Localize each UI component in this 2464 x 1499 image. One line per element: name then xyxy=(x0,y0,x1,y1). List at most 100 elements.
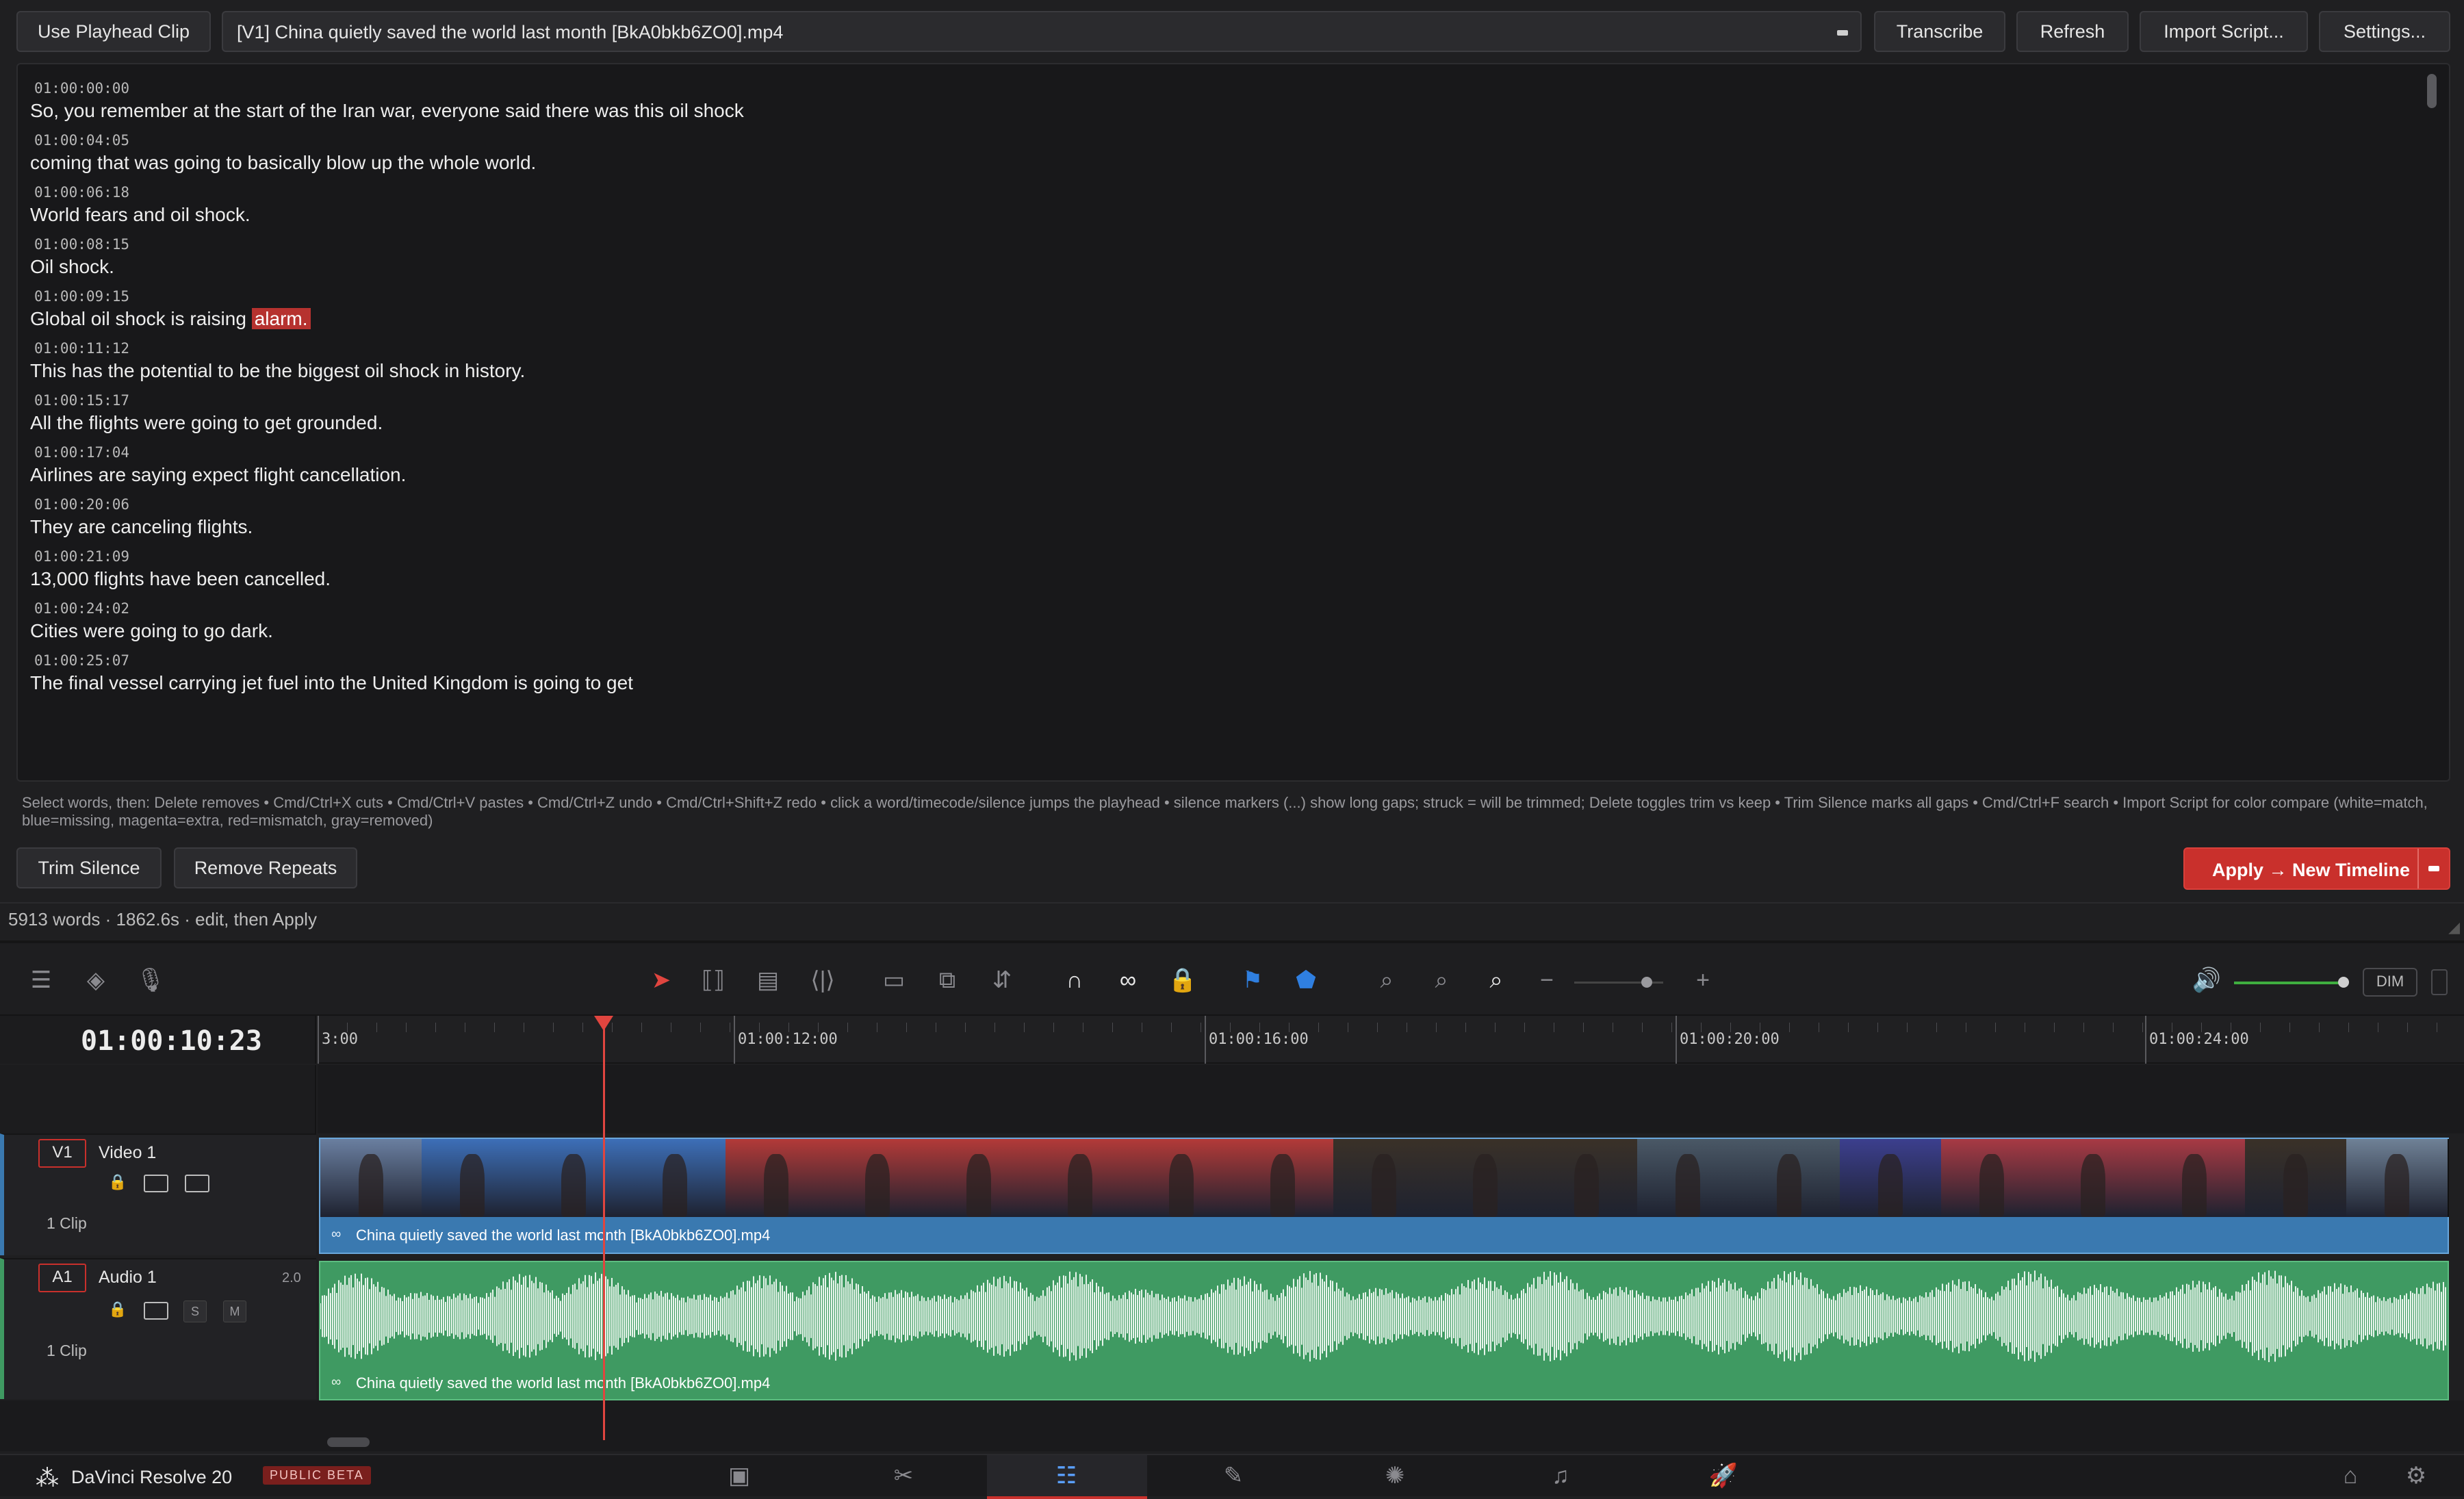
playhead-handle[interactable] xyxy=(594,1016,613,1031)
lock-icon[interactable]: 🔒 xyxy=(1162,966,1203,994)
transcript-text[interactable]: The final vessel carrying jet fuel into … xyxy=(30,672,633,693)
trim-silence-button[interactable]: Trim Silence xyxy=(16,847,162,888)
track-id-badge[interactable]: V1 xyxy=(38,1139,86,1168)
use-playhead-clip-button[interactable]: Use Playhead Clip xyxy=(16,11,211,52)
track-name[interactable]: Video 1 xyxy=(99,1143,156,1163)
transcript-text[interactable]: Airlines are saying expect flight cancel… xyxy=(30,464,406,485)
video-clip[interactable]: ∞ China quietly saved the world last mon… xyxy=(319,1138,2449,1254)
ruler-major-tick xyxy=(2145,1016,2146,1064)
media-page-icon[interactable]: ▣ xyxy=(719,1462,760,1489)
ruler-label: 01:00:16:00 xyxy=(1209,1031,1309,1048)
transcript-text[interactable]: World fears and oil shock. xyxy=(30,204,251,225)
link-icon[interactable]: ∞ xyxy=(1107,966,1148,994)
transcript-text[interactable]: They are canceling flights. xyxy=(30,516,253,537)
fairlight-page-icon[interactable]: ♫ xyxy=(1540,1462,1581,1489)
edit-page-tab[interactable]: ☷ xyxy=(987,1455,1147,1499)
remove-repeats-button[interactable]: Remove Repeats xyxy=(174,847,357,888)
zoom-in-icon[interactable]: + xyxy=(1689,966,1717,994)
zoom-custom-icon[interactable]: ⌕ xyxy=(1476,966,1517,994)
import-script-button[interactable]: Import Script... xyxy=(2140,11,2308,52)
lock-icon[interactable]: 🔒 xyxy=(108,1301,127,1318)
zoom-slider-thumb[interactable] xyxy=(1641,977,1652,988)
video-thumbnail xyxy=(928,1139,1031,1217)
transcribe-button[interactable]: Transcribe xyxy=(1874,11,2005,52)
volume-slider-thumb[interactable] xyxy=(2338,977,2349,988)
deliver-page-icon[interactable]: 🚀 xyxy=(1703,1462,1744,1489)
playhead[interactable] xyxy=(594,1016,613,1440)
transcript-line[interactable]: Oil shock. xyxy=(30,248,2408,286)
volume-icon[interactable]: 🔊 xyxy=(2186,966,2227,994)
audio-track-header[interactable]: A1 Audio 1 2.0 🔒 S M 1 Clip xyxy=(0,1258,316,1399)
track-visible-icon[interactable] xyxy=(185,1175,209,1192)
panel-toggle-icon[interactable] xyxy=(2431,969,2448,995)
snapping-icon[interactable]: ∩ xyxy=(1054,966,1095,994)
transcript-line[interactable]: 13,000 flights have been cancelled. xyxy=(30,560,2408,598)
link-icon: ∞ xyxy=(331,1374,342,1389)
transcript-line[interactable]: Cities were going to go dark. xyxy=(30,612,2408,650)
transcript-text[interactable]: Global oil shock is raising xyxy=(30,308,246,329)
timeline-view-icon[interactable]: ☰ xyxy=(21,966,62,994)
zoom-out-icon[interactable]: − xyxy=(1533,966,1561,994)
video-thumbnail xyxy=(2144,1139,2246,1217)
auto-select-icon[interactable] xyxy=(144,1302,168,1320)
transcript-text[interactable]: Oil shock. xyxy=(30,256,114,277)
transcript-line[interactable]: Global oil shock is raising alarm. xyxy=(30,300,2408,338)
selection-tool-icon[interactable]: ➤ xyxy=(641,966,682,994)
cut-page-icon[interactable]: ✂ xyxy=(883,1462,924,1489)
solo-button[interactable]: S xyxy=(183,1301,207,1322)
settings-button[interactable]: Settings... xyxy=(2319,11,2450,52)
ruler-tick xyxy=(2407,1023,2408,1032)
dim-button[interactable]: DIM xyxy=(2363,968,2417,997)
transcript-text[interactable]: So, you remember at the start of the Ira… xyxy=(30,100,744,121)
transcript-line[interactable]: coming that was going to basically blow … xyxy=(30,144,2408,182)
transcript-line[interactable]: World fears and oil shock. xyxy=(30,196,2408,234)
transcript-text[interactable]: 13,000 flights have been cancelled. xyxy=(30,568,331,589)
apply-new-timeline-button[interactable]: Apply → New Timeline xyxy=(2183,847,2450,890)
overwrite-clip-icon[interactable]: ⧉ xyxy=(927,966,968,994)
flag-icon[interactable]: ⚑ xyxy=(1232,966,1273,994)
zoom-slider[interactable] xyxy=(1574,977,1663,988)
zoom-full-icon[interactable]: ⌕ xyxy=(1366,966,1407,994)
thumbnail-figure xyxy=(1878,1154,1903,1217)
insert-clip-icon[interactable]: ▭ xyxy=(873,966,914,994)
color-page-icon[interactable]: ✺ xyxy=(1374,1462,1415,1489)
track-id-badge[interactable]: A1 xyxy=(38,1264,86,1292)
transcript-line[interactable]: So, you remember at the start of the Ira… xyxy=(30,92,2408,130)
audio-clip[interactable]: ∞ China quietly saved the world last mon… xyxy=(319,1261,2449,1400)
blade-tool-icon[interactable]: ⟨|⟩ xyxy=(802,966,843,994)
transcript-text[interactable]: All the flights were going to get ground… xyxy=(30,412,383,433)
transcript-line[interactable]: All the flights were going to get ground… xyxy=(30,404,2408,442)
timecode-display[interactable]: 01:00:10:23 xyxy=(81,1025,262,1057)
transcript-text[interactable]: coming that was going to basically blow … xyxy=(30,152,536,173)
trim-tool-icon[interactable]: ⟦⟧ xyxy=(693,966,734,994)
selected-word[interactable]: alarm. xyxy=(251,308,311,329)
transcript-text[interactable]: Cities were going to go dark. xyxy=(30,620,273,641)
zoom-detail-icon[interactable]: ⌕ xyxy=(1421,966,1462,994)
transcript-line[interactable]: Airlines are saying expect flight cancel… xyxy=(30,456,2408,494)
mic-icon[interactable]: 🎙 xyxy=(130,966,171,994)
timeline-scrollbar[interactable] xyxy=(327,1437,370,1447)
replace-clip-icon[interactable]: ⇵ xyxy=(981,966,1023,994)
dynamic-trim-icon[interactable]: ▤ xyxy=(747,966,788,994)
fusion-page-icon[interactable]: ✎ xyxy=(1213,1462,1254,1489)
scrollbar[interactable] xyxy=(2427,74,2437,108)
volume-slider[interactable] xyxy=(2234,977,2349,988)
transcript-line[interactable]: They are canceling flights. xyxy=(30,508,2408,546)
transcript-panel[interactable]: 01:00:00:00 So, you remember at the start… xyxy=(16,63,2450,782)
transcript-line[interactable]: This has the potential to be the biggest… xyxy=(30,352,2408,390)
mute-button[interactable]: M xyxy=(223,1301,246,1322)
transcript-line[interactable]: The final vessel carrying jet fuel into … xyxy=(30,664,2408,702)
gear-icon[interactable]: ⚙ xyxy=(2396,1462,2437,1489)
track-name[interactable]: Audio 1 xyxy=(99,1268,157,1287)
video-track-header[interactable]: V1 Video 1 🔒 1 Clip xyxy=(0,1133,316,1255)
timeline-ruler[interactable] xyxy=(318,1016,2464,1064)
refresh-button[interactable]: Refresh xyxy=(2016,11,2129,52)
clip-select[interactable]: [V1] China quietly saved the world last … xyxy=(222,11,1862,52)
lock-icon[interactable]: 🔒 xyxy=(108,1173,127,1191)
home-icon[interactable]: ⌂ xyxy=(2330,1462,2371,1489)
transcript-text[interactable]: This has the potential to be the biggest… xyxy=(30,360,525,381)
resize-grip-icon[interactable]: ◢ xyxy=(2448,919,2460,936)
auto-select-icon[interactable] xyxy=(144,1175,168,1192)
marker-icon[interactable]: ⬟ xyxy=(1285,966,1326,994)
layers-icon[interactable]: ◈ xyxy=(75,966,116,994)
